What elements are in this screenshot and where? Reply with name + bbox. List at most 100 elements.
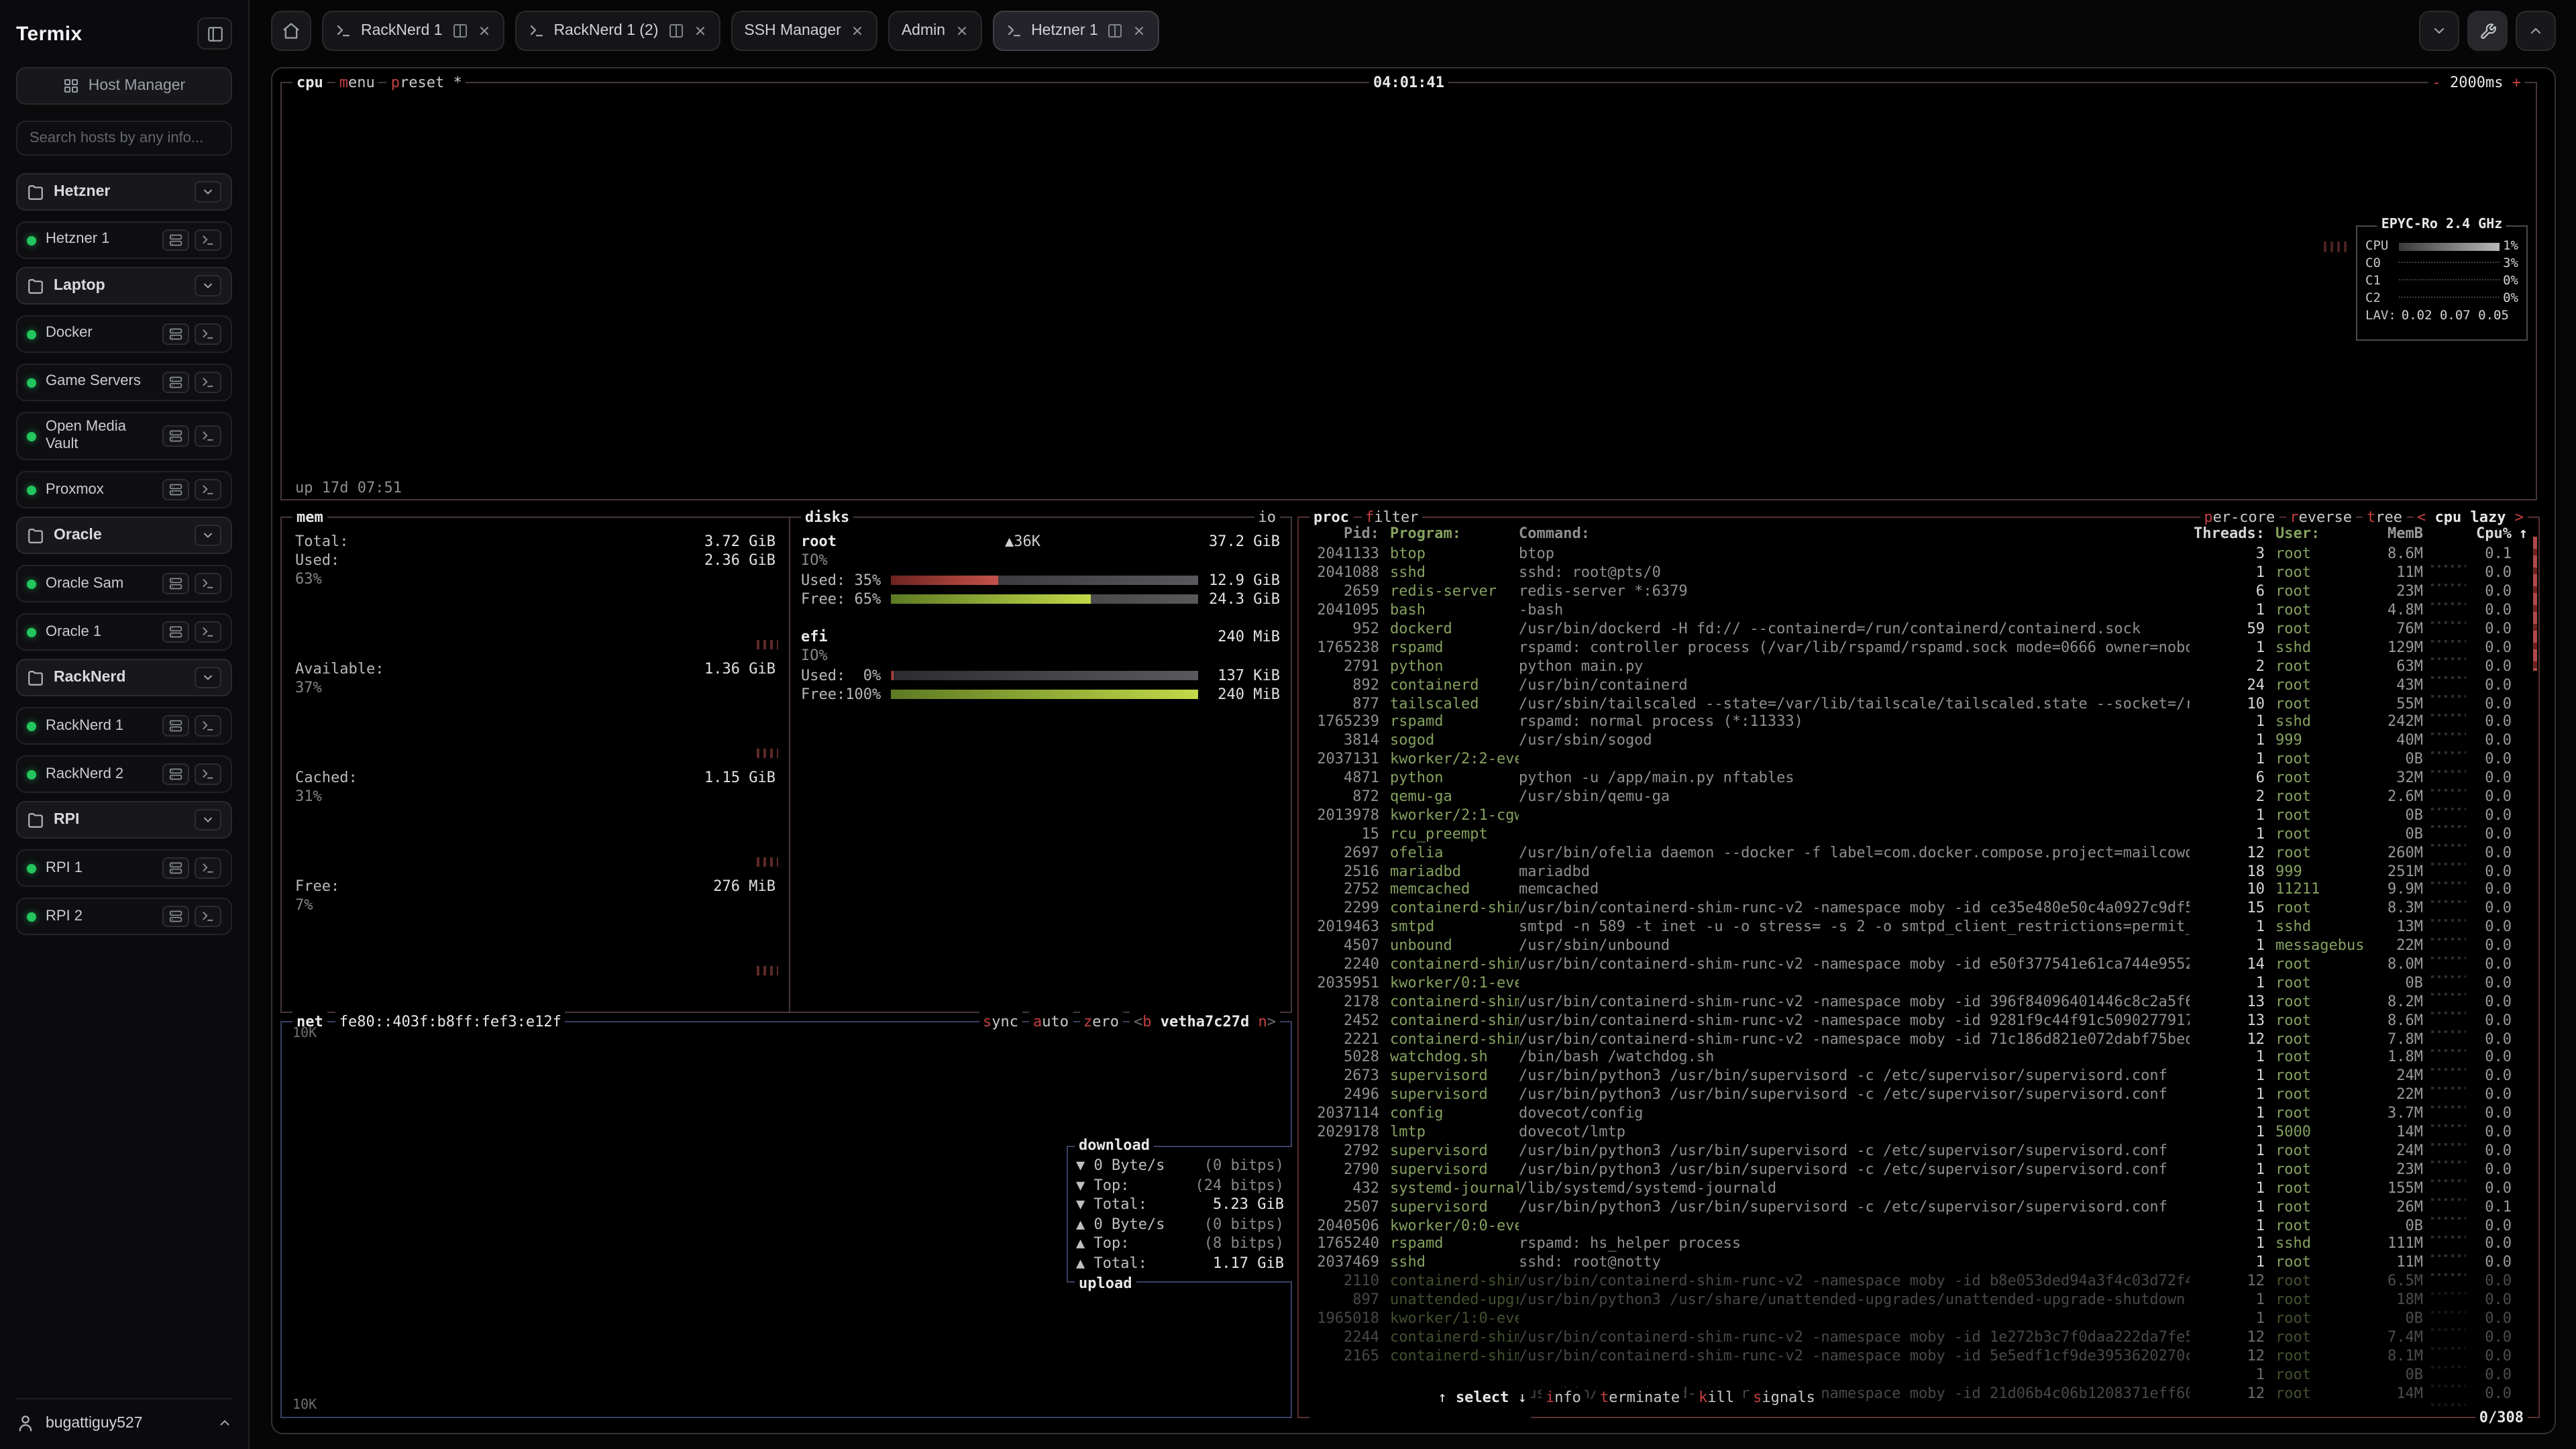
process-row[interactable]: 952 dockerd /usr/bin/dockerd -H fd:// --… — [1309, 619, 2528, 638]
proc-scrollbar[interactable] — [2533, 537, 2537, 671]
process-row[interactable]: 2507 supervisord /usr/bin/python3 /usr/b… — [1309, 1197, 2528, 1216]
process-row[interactable]: 2659 redis-server redis-server *:6379 6 … — [1309, 582, 2528, 601]
host-server-button[interactable] — [162, 906, 189, 928]
process-row[interactable]: 2037114 config dovecot/config 1 root 3.7… — [1309, 1104, 2528, 1122]
host-item[interactable]: Oracle 1 — [16, 614, 232, 651]
tab[interactable]: Hetzner 1 — [992, 11, 1160, 51]
process-row[interactable]: 15 rcu_preempt 1 root 0B 0.0 — [1309, 824, 2528, 843]
host-item[interactable]: RackNerd 1 — [16, 708, 232, 745]
host-terminal-button[interactable] — [195, 622, 221, 643]
process-row[interactable]: 2516 mariadbd mariadbd 18 999 251M 0.0 — [1309, 861, 2528, 880]
process-row[interactable]: 2697 ofelia /usr/bin/ofelia daemon --doc… — [1309, 843, 2528, 862]
process-row[interactable]: 1965018 kworker/1:0-even 1 root 0B 0.0 — [1309, 1309, 2528, 1328]
terminal-pane[interactable]: cpu menu preset * 04:01:41 - 2000ms + EP… — [271, 67, 2556, 1434]
tab[interactable]: RackNerd 1 (2) — [515, 11, 720, 51]
group-header[interactable]: RackNerd — [16, 659, 232, 697]
expand-button[interactable] — [2516, 11, 2556, 51]
host-terminal-button[interactable] — [195, 480, 221, 501]
close-icon[interactable] — [955, 24, 968, 38]
tab[interactable]: RackNerd 1 — [322, 11, 504, 51]
host-terminal-button[interactable] — [195, 574, 221, 595]
process-row[interactable]: 2178 containerd-shim /usr/bin/containerd… — [1309, 992, 2528, 1011]
update-interval-control[interactable]: - 2000ms + — [2428, 72, 2526, 93]
host-item[interactable]: Oracle Sam — [16, 566, 232, 603]
group-header[interactable]: Hetzner — [16, 173, 232, 211]
host-server-button[interactable] — [162, 764, 189, 786]
process-row[interactable]: 2221 containerd-shim /usr/bin/containerd… — [1309, 1029, 2528, 1048]
process-row[interactable]: 897 unattended-upgr /usr/bin/python3 /us… — [1309, 1290, 2528, 1309]
collapse-button[interactable] — [2419, 11, 2459, 51]
search-input[interactable] — [16, 121, 232, 156]
tab[interactable]: SSH Manager — [731, 11, 877, 51]
group-header[interactable]: Laptop — [16, 267, 232, 305]
select-control[interactable]: ↑ select ↓ — [1309, 1367, 1531, 1428]
admin-tools-button[interactable] — [2467, 11, 2508, 51]
split-view-icon[interactable] — [1108, 23, 1124, 39]
process-row[interactable]: 2244 containerd-shim /usr/bin/containerd… — [1309, 1328, 2528, 1346]
group-collapse-button[interactable] — [195, 667, 221, 689]
net-toggle-button[interactable]: sync — [979, 1012, 1022, 1032]
group-collapse-button[interactable] — [195, 810, 221, 831]
host-item[interactable]: RackNerd 2 — [16, 756, 232, 794]
process-row[interactable]: 432 systemd-journal /lib/systemd/systemd… — [1309, 1179, 2528, 1197]
host-server-button[interactable] — [162, 574, 189, 595]
host-server-button[interactable] — [162, 229, 189, 251]
process-row[interactable]: 2752 memcached memcached 10 11211 9.9M 0… — [1309, 880, 2528, 899]
host-terminal-button[interactable] — [195, 858, 221, 879]
host-manager-button[interactable]: Host Manager — [16, 67, 232, 105]
process-row[interactable]: 2037131 kworker/2:2-even 1 root 0B 0.0 — [1309, 750, 2528, 769]
host-server-button[interactable] — [162, 425, 189, 447]
host-terminal-button[interactable] — [195, 425, 221, 447]
split-view-icon[interactable] — [451, 23, 468, 39]
group-header[interactable]: Oracle — [16, 517, 232, 555]
host-item[interactable]: Proxmox — [16, 472, 232, 509]
host-terminal-button[interactable] — [195, 764, 221, 786]
process-row[interactable]: 2299 containerd-shim /usr/bin/containerd… — [1309, 899, 2528, 918]
group-collapse-button[interactable] — [195, 181, 221, 203]
process-row[interactable]: 2013978 kworker/2:1-cgwb 1 root 0B 0.0 — [1309, 806, 2528, 824]
process-row[interactable]: 2790 supervisord /usr/bin/python3 /usr/b… — [1309, 1160, 2528, 1179]
host-server-button[interactable] — [162, 323, 189, 345]
process-row[interactable]: 2165 containerd-shim /usr/bin/containerd… — [1309, 1346, 2528, 1365]
close-icon[interactable] — [693, 24, 706, 38]
net-toggle-button[interactable]: zero — [1079, 1012, 1123, 1032]
process-row[interactable]: 2019463 smtpd smtpd -n 589 -t inet -u -o… — [1309, 918, 2528, 936]
net-toggle-button[interactable]: auto — [1029, 1012, 1073, 1032]
host-terminal-button[interactable] — [195, 323, 221, 345]
sidebar-toggle-button[interactable] — [197, 17, 232, 50]
home-button[interactable] — [271, 11, 311, 51]
process-row[interactable]: 2041095 bash -bash 1 root 4.8M 0.0 — [1309, 600, 2528, 619]
menu-button[interactable]: menu — [335, 72, 379, 93]
io-toggle[interactable]: io — [1254, 507, 1281, 527]
process-row[interactable]: 2110 containerd-shim /usr/bin/containerd… — [1309, 1271, 2528, 1290]
host-item[interactable]: Docker — [16, 315, 232, 353]
host-item[interactable]: RPI 2 — [16, 898, 232, 936]
host-item[interactable]: Hetzner 1 — [16, 221, 232, 259]
process-row[interactable]: 877 tailscaled /usr/sbin/tailscaled --st… — [1309, 694, 2528, 712]
host-server-button[interactable] — [162, 372, 189, 393]
process-row[interactable]: 3814 sogod /usr/sbin/sogod 1 999 40M 0.0 — [1309, 731, 2528, 750]
host-server-button[interactable] — [162, 480, 189, 501]
group-header[interactable]: RPI — [16, 802, 232, 839]
user-menu[interactable]: bugattiguy527 — [16, 1398, 232, 1438]
interface-switcher[interactable]: <b vetha7c27d n> — [1130, 1012, 1280, 1032]
process-row[interactable]: 892 containerd /usr/bin/containerd 24 ro… — [1309, 675, 2528, 694]
proc-footer-key[interactable]: info — [1542, 1387, 1585, 1407]
host-terminal-button[interactable] — [195, 716, 221, 737]
group-collapse-button[interactable] — [195, 525, 221, 547]
host-item[interactable]: Game Servers — [16, 364, 232, 401]
group-collapse-button[interactable] — [195, 275, 221, 297]
process-row[interactable]: 2452 containerd-shim /usr/bin/containerd… — [1309, 1011, 2528, 1030]
process-row[interactable]: 1765240 rspamd rspamd: hs_helper process… — [1309, 1234, 2528, 1253]
close-icon[interactable] — [477, 24, 490, 38]
host-server-button[interactable] — [162, 622, 189, 643]
process-row[interactable]: 4871 python python -u /app/main.py nftab… — [1309, 768, 2528, 787]
process-row[interactable]: 2035951 kworker/0:1-even 1 root 0B 0.0 — [1309, 973, 2528, 992]
host-terminal-button[interactable] — [195, 229, 221, 251]
process-row[interactable]: 2029178 lmtp dovecot/lmtp 1 5000 14M 0.0 — [1309, 1122, 2528, 1141]
split-view-icon[interactable] — [667, 23, 684, 39]
host-terminal-button[interactable] — [195, 372, 221, 393]
process-row[interactable]: 1765239 rspamd rspamd: normal process (*… — [1309, 712, 2528, 731]
process-row[interactable]: 2791 python python main.py 2 root 63M 0.… — [1309, 657, 2528, 676]
host-server-button[interactable] — [162, 858, 189, 879]
